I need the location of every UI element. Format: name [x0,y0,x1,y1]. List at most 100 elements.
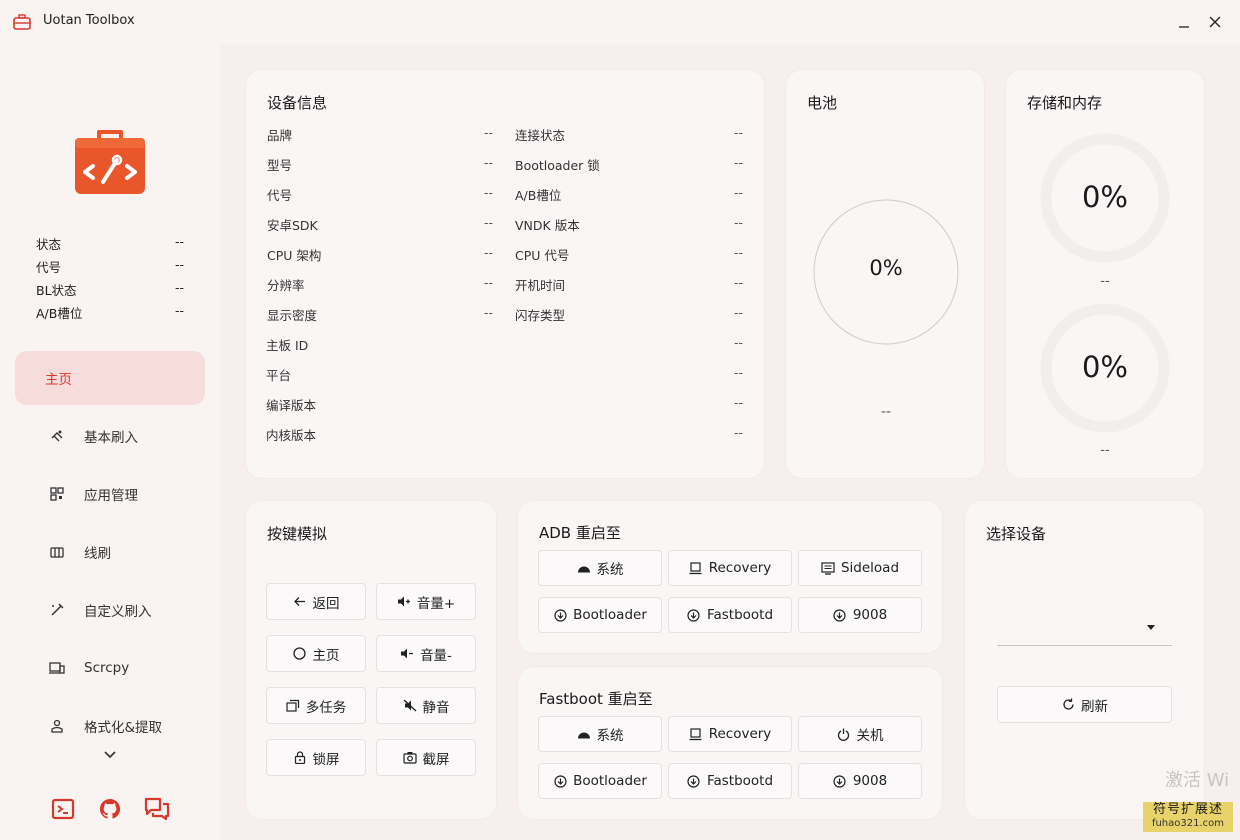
wire-flash-icon [49,544,65,560]
lock-screen-button[interactable]: 锁屏 [266,739,366,776]
device-info-row: 闪存类型 -- [515,305,743,323]
device-select-title: 选择设备 [986,525,1047,543]
fastboot-reboot-fastbootd-button[interactable]: Fastbootd [668,763,792,799]
volume-up-button[interactable]: 音量+ [376,583,476,620]
adb-reboot-system-button[interactable]: 系统 [538,550,662,586]
reboot-icon [833,608,847,622]
fastboot-reboot-9008-button[interactable]: 9008 [798,763,922,799]
key-simulation-card: 按键模拟 返回 音量+ 主页 音量- 多任务 静音 锁屏 截屏 [246,501,496,819]
sidebar-item-scrcpy[interactable]: Scrcpy [15,641,205,695]
screenshot-button[interactable]: 截屏 [376,739,476,776]
screen-list-icon [821,561,835,575]
device-info-row: Bootloader 锁 -- [515,155,743,173]
toolbox-icon [13,14,31,30]
adb-reboot-title: ADB 重启至 [539,524,621,542]
device-info-row: 显示密度 -- [267,305,493,323]
reboot-icon [687,774,701,788]
adb-reboot-bootloader-button[interactable]: Bootloader [538,597,662,633]
home-key-button[interactable]: 主页 [266,635,366,672]
multitask-key-button[interactable]: 多任务 [266,687,366,724]
reboot-icon [553,774,567,788]
stat-ab-slot: A/B槽位 -- [36,303,184,321]
device-select-underline [997,645,1172,646]
reboot-icon [687,608,701,622]
battery-percent: 0% [869,256,903,280]
github-button[interactable] [97,796,123,822]
fastboot-power-off-button[interactable]: 关机 [798,716,922,752]
sidebar-item-app-manager[interactable]: 应用管理 [15,467,205,521]
memory-percent: 0% [1081,350,1128,384]
sidebar-item-wire-flash[interactable]: 线刷 [15,525,205,579]
device-info-row: 分辨率 -- [267,275,493,293]
minimize-icon [1179,26,1189,28]
key-simulation-title: 按键模拟 [267,525,328,543]
fastboot-reboot-bootloader-button[interactable]: Bootloader [538,763,662,799]
back-key-button[interactable]: 返回 [266,583,366,620]
device-info-row: 型号 -- [267,155,493,173]
sidebar-item-custom-flash[interactable]: 自定义刷入 [15,583,205,637]
device-info-row: 平台 -- [266,365,743,383]
battery-card: 电池 0% -- [786,70,984,478]
caret-down-icon [1147,625,1155,630]
chevron-down-icon[interactable] [100,744,120,764]
monitor-icon [689,727,703,741]
terminal-icon [51,798,75,820]
volume-down-button[interactable]: 音量- [376,635,476,672]
minimize-button[interactable] [1172,10,1196,34]
device-info-row: 代号 -- [267,185,493,203]
fastboot-reboot-title: Fastboot 重启至 [539,690,653,708]
chat-button[interactable] [144,796,170,822]
memory-detail: -- [1100,443,1110,458]
toolbox-logo-icon [75,130,145,194]
device-info-row: 内核版本 -- [266,425,743,443]
terminal-button[interactable] [50,796,76,822]
fastboot-reboot-recovery-button[interactable]: Recovery [668,716,792,752]
circle-icon [293,647,307,661]
storage-title: 存储和内存 [1027,94,1103,112]
fastboot-reboot-card: Fastboot 重启至 系统 Recovery 关机 Bootloader F… [518,667,942,819]
reboot-icon [553,608,567,622]
title-bar: Uotan Toolbox [0,0,1240,44]
sidebar-item-basic-flash[interactable]: 基本刷入 [15,409,205,463]
mute-button[interactable]: 静音 [376,687,476,724]
device-info-row: 开机时间 -- [515,275,743,293]
adb-reboot-recovery-button[interactable]: Recovery [668,550,792,586]
adb-reboot-fastbootd-button[interactable]: Fastbootd [668,597,792,633]
github-icon [99,798,121,819]
close-button[interactable] [1203,10,1227,34]
flash-icon [49,428,65,444]
apps-icon [49,486,65,502]
chat-icon [144,797,170,821]
windows-activation-watermark: 激活 Wi [1165,770,1230,791]
reboot-icon [833,774,847,788]
stat-codename: 代号 -- [36,257,184,275]
adb-reboot-sideload-button[interactable]: Sideload [798,550,922,586]
volume-down-icon [400,647,414,661]
fastboot-reboot-system-button[interactable]: 系统 [538,716,662,752]
device-info-title: 设备信息 [267,94,328,112]
device-info-row: A/B槽位 -- [515,185,743,203]
power-icon [837,727,851,741]
android-icon [577,561,591,575]
android-icon [577,727,591,741]
monitor-icon [689,561,703,575]
close-icon [1209,16,1221,28]
mute-icon [403,699,417,713]
adb-reboot-9008-button[interactable]: 9008 [798,597,922,633]
storage-detail: -- [1100,274,1110,289]
sidebar: 状态 -- 代号 -- BL状态 -- A/B槽位 -- 主页 基本刷入 应用管… [0,44,220,840]
lock-icon [293,751,307,765]
battery-detail: -- [880,404,892,420]
battery-title: 电池 [807,94,838,112]
format-icon [49,718,65,734]
device-select-dropdown[interactable] [997,611,1172,645]
storage-percent: 0% [1081,180,1128,214]
sidebar-item-home[interactable]: 主页 [15,351,205,405]
device-info-row: 连接状态 -- [515,125,743,143]
adb-reboot-card: ADB 重启至 系统 Recovery Sideload Bootloader … [518,501,942,653]
refresh-button[interactable]: 刷新 [997,686,1172,723]
device-info-row: 安卓SDK -- [267,215,493,233]
device-info-row: CPU 架构 -- [267,245,493,263]
camera-icon [402,751,417,765]
device-info-row: 编译版本 -- [266,395,743,413]
